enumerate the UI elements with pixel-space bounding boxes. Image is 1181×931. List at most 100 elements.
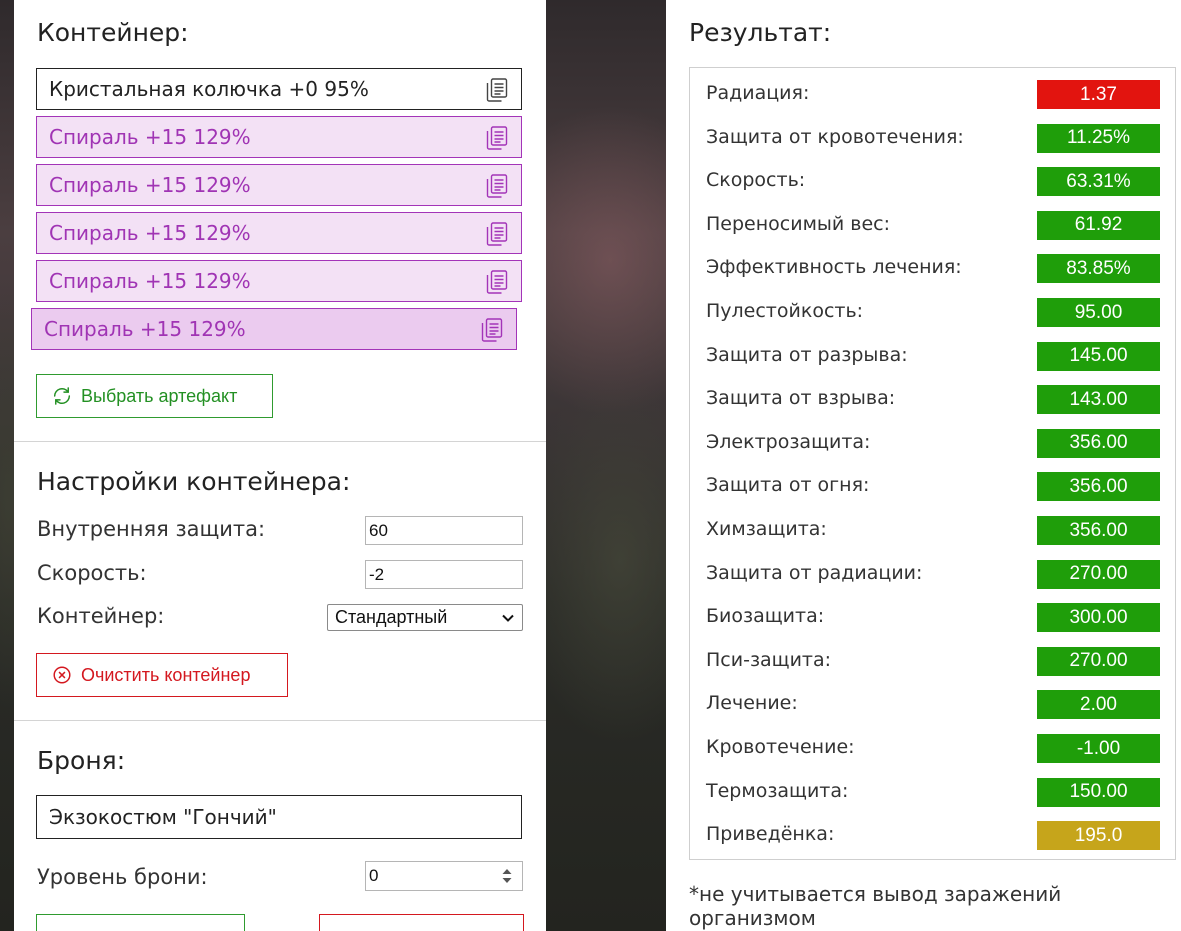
result-label: Кровотечение: (706, 736, 855, 758)
result-value-badge: 143.00 (1037, 385, 1160, 415)
armor-title: Броня: (37, 746, 126, 775)
result-row: Защита от кровотечения: 11.25% (690, 123, 1177, 154)
choose-artifact-button[interactable]: Выбрать артефакт (36, 374, 273, 418)
artifact-slot[interactable]: Спираль +15 129% (36, 212, 522, 254)
result-label: Электрозащита: (706, 430, 871, 453)
inner-protection-label: Внутренняя защита: (37, 517, 266, 541)
result-label: Термозащита: (706, 779, 849, 802)
result-value-badge: 11.25% (1037, 123, 1160, 153)
result-value-badge: 2.00 (1037, 690, 1160, 720)
result-row: Биозащита: 300.00 (690, 603, 1177, 633)
spinner-arrows-icon[interactable] (500, 866, 514, 886)
result-value-badge: 61.92 (1037, 210, 1160, 240)
result-label: Эффективность лечения: (706, 256, 962, 279)
result-row: Термозащита: 150.00 (690, 777, 1177, 808)
container-type-select[interactable]: Стандартный (327, 604, 523, 631)
result-label: Химзащита: (706, 518, 827, 540)
result-row: Эффективность лечения: 83.85% (690, 254, 1177, 284)
result-value-badge: 145.00 (1037, 341, 1160, 371)
document-icon[interactable] (481, 318, 503, 342)
result-value-badge: 300.00 (1037, 603, 1160, 633)
artifact-slot[interactable]: Спираль +15 129% (31, 308, 517, 350)
artifact-slot[interactable]: Кристальная колючка +0 95% (36, 68, 522, 110)
result-row: Электрозащита: 356.00 (690, 428, 1177, 459)
result-row: Защита от радиации: 270.00 (690, 559, 1177, 590)
container-panel: Контейнер: Кристальная колючка +0 95% Спи… (14, 0, 546, 931)
result-label: Биозащита: (706, 605, 825, 628)
result-label: Защита от взрыва: (706, 387, 896, 410)
result-label: Пси-защита: (706, 648, 832, 671)
artifact-slot-label: Спираль +15 129% (49, 173, 251, 197)
divider (14, 441, 546, 442)
result-row: Пси-защита: 270.00 (690, 646, 1177, 677)
result-value-badge: 95.00 (1037, 298, 1160, 327)
result-label: Пулестойкость: (706, 300, 864, 322)
result-value-badge: 270.00 (1037, 559, 1160, 589)
armor-level-value: 0 (369, 866, 379, 885)
result-label: Радиация: (706, 82, 810, 104)
container-title: Контейнер: (37, 18, 189, 47)
result-value-badge: 195.0 (1037, 821, 1160, 851)
armor-level-input[interactable]: 0 (365, 861, 523, 891)
result-row: Кровотечение: -1.00 (690, 734, 1177, 764)
result-row: Скорость: 63.31% (690, 167, 1177, 197)
result-row: Защита от разрыва: 145.00 (690, 341, 1177, 372)
result-value-badge: 150.00 (1037, 777, 1160, 807)
result-title: Результат: (689, 18, 832, 47)
close-circle-icon (53, 666, 71, 684)
result-value-badge: 270.00 (1037, 646, 1160, 676)
document-icon[interactable] (486, 78, 508, 102)
document-icon[interactable] (486, 126, 508, 150)
result-value-badge: 356.00 (1037, 516, 1160, 545)
inner-protection-input[interactable]: 60 (365, 516, 523, 545)
remove-armor-button[interactable] (319, 914, 524, 931)
settings-title: Настройки контейнера: (37, 467, 351, 496)
result-label: Скорость: (706, 169, 806, 192)
result-value-badge: 63.31% (1037, 167, 1160, 197)
artifact-slot[interactable]: Спираль +15 129% (36, 164, 522, 206)
result-label: Защита от разрыва: (706, 343, 908, 366)
result-table: Радиация: 1.37 Защита от кровотечения: 11.2… (689, 67, 1176, 860)
result-value-badge: 356.00 (1037, 428, 1160, 458)
result-label: Переносимый вес: (706, 212, 891, 235)
result-value-badge: 356.00 (1037, 472, 1160, 502)
result-value-badge: 83.85% (1037, 254, 1160, 284)
artifact-slot[interactable]: Спираль +15 129% (36, 116, 522, 158)
result-row: Радиация: 1.37 (690, 80, 1177, 110)
result-row: Защита от взрыва: 143.00 (690, 385, 1177, 415)
result-label: Защита от огня: (706, 474, 870, 497)
container-type-label: Контейнер: (37, 604, 165, 628)
artifact-slot-label: Спираль +15 129% (49, 125, 251, 149)
result-value-badge: 1.37 (1037, 80, 1160, 109)
result-row: Химзащита: 356.00 (690, 516, 1177, 546)
artifact-slot-label: Спираль +15 129% (49, 221, 251, 245)
divider (14, 720, 546, 721)
artifact-slot-label: Кристальная колючка +0 95% (49, 77, 369, 101)
result-row: Лечение: 2.00 (690, 690, 1177, 720)
result-row: Переносимый вес: 61.92 (690, 210, 1177, 241)
speed-input[interactable]: -2 (365, 560, 523, 589)
result-row: Защита от огня: 356.00 (690, 472, 1177, 502)
chevron-down-icon (502, 614, 514, 622)
result-label: Приведёнка: (706, 823, 835, 846)
refresh-icon (53, 387, 71, 405)
clear-container-button[interactable]: Очистить контейнер (36, 653, 288, 697)
result-value-badge: -1.00 (1037, 734, 1160, 763)
result-label: Защита от кровотечения: (706, 125, 964, 148)
artifact-slot-label: Спираль +15 129% (49, 269, 251, 293)
result-footnote: *не учитывается вывод заражений организм… (689, 882, 1062, 930)
choose-armor-button[interactable] (36, 914, 245, 931)
document-icon[interactable] (486, 270, 508, 294)
container-type-value: Стандартный (335, 607, 448, 627)
result-label: Лечение: (706, 692, 798, 715)
result-label: Защита от радиации: (706, 561, 923, 584)
artifact-slot[interactable]: Спираль +15 129% (36, 260, 522, 302)
clear-container-label: Очистить контейнер (81, 664, 251, 685)
result-row: Пулестойкость: 95.00 (690, 298, 1177, 328)
result-row: Приведёнка: 195.0 (690, 821, 1177, 851)
document-icon[interactable] (486, 222, 508, 246)
speed-label: Скорость: (37, 561, 147, 585)
armor-select-field[interactable]: Экзокостюм "Гончий" (36, 795, 522, 839)
document-icon[interactable] (486, 174, 508, 198)
artifact-slot-label: Спираль +15 129% (44, 317, 246, 341)
